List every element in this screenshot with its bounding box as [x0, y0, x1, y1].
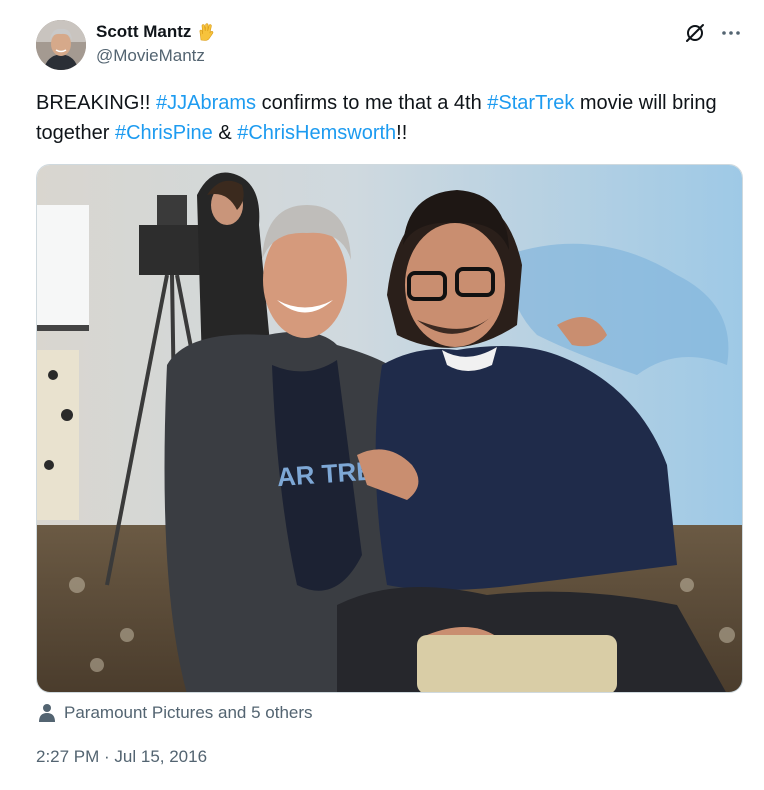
top-actions	[684, 22, 742, 44]
tweet-text: BREAKING!! #JJAbrams confirms to me that…	[36, 88, 736, 148]
tweet-card: Scott Mantz @MovieMantz BREAKING!! #JJAb…	[0, 0, 764, 790]
display-name[interactable]: Scott Mantz	[96, 22, 191, 42]
handle[interactable]: @MovieMantz	[96, 46, 216, 66]
meta-separator: ·	[99, 747, 115, 766]
avatar[interactable]	[36, 20, 86, 70]
text-segment: BREAKING!!	[36, 92, 157, 114]
text-segment: confirms to me that a 4th	[256, 92, 488, 114]
timestamp: 2:27 PM · Jul 15, 2016	[36, 745, 207, 769]
tagged-users[interactable]: Paramount Pictures and 5 others	[38, 701, 313, 725]
tweet-date[interactable]: Jul 15, 2016	[114, 747, 207, 767]
grok-icon[interactable]	[684, 22, 706, 44]
tagged-label[interactable]: Paramount Pictures and 5 others	[64, 703, 313, 723]
name-row: Scott Mantz	[96, 21, 216, 43]
hashtag-link[interactable]: #ChrisPine	[115, 122, 213, 144]
text-segment: !!	[396, 122, 408, 144]
tweet-time[interactable]: 2:27 PM	[36, 747, 99, 767]
tweet-photo[interactable]: AR TRE	[36, 164, 743, 693]
author-block: Scott Mantz @MovieMantz	[96, 21, 216, 66]
more-icon[interactable]	[720, 22, 742, 44]
hashtag-link[interactable]: #StarTrek	[487, 92, 574, 114]
text-segment: &	[212, 122, 238, 144]
person-icon	[39, 704, 55, 722]
vulcan-salute-icon	[199, 23, 214, 41]
hashtag-link[interactable]: #ChrisHemsworth	[237, 122, 396, 144]
hashtag-link[interactable]: #JJAbrams	[156, 92, 256, 114]
